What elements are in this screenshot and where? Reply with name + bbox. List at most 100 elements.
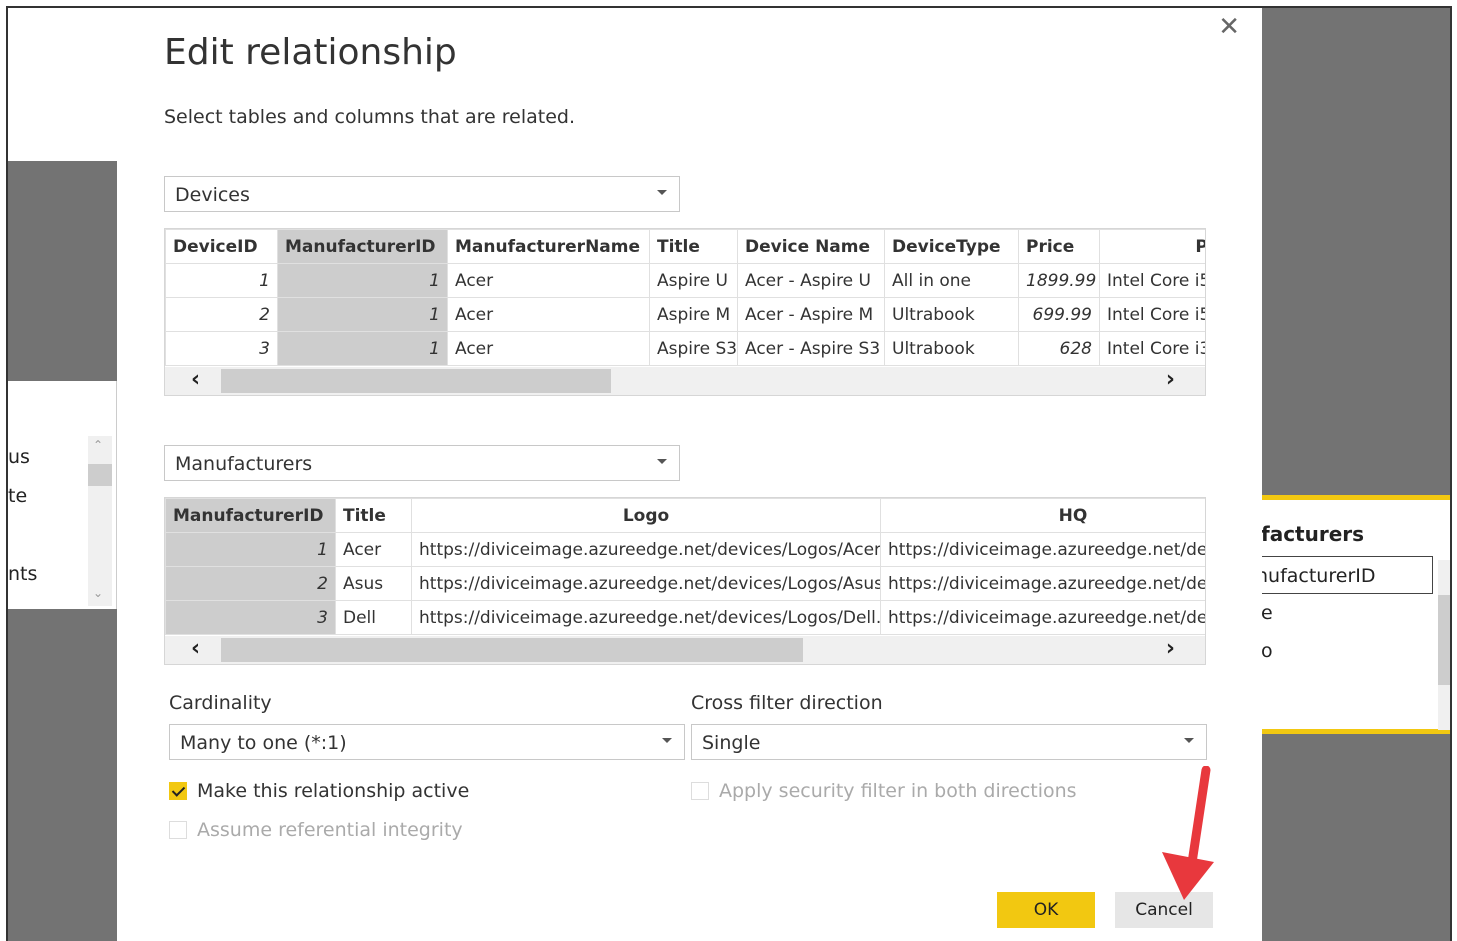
background-fragment: us [8,446,30,468]
scrollbar-thumb[interactable] [1438,595,1450,685]
table-row: 3 1 Acer Aspire S3 Acer - Aspire S3 Ultr… [165,331,1205,366]
table1-select-value: Devices [175,184,250,206]
dialog-subtitle: Select tables and columns that are relat… [164,106,576,128]
table-cell: Acer - Aspire M [737,297,885,332]
column-header-selected[interactable]: ManufacturerID [165,498,336,533]
horizontal-scrollbar[interactable]: ‹ › [165,367,1205,395]
table-cell: Aspire S3 [649,331,738,366]
table-cell: 628 [1018,331,1100,366]
make-active-checkbox[interactable]: Make this relationship active [169,780,469,802]
table-cell: https://diviceimage.azureedge.net/device… [411,600,881,635]
chevron-right-icon[interactable]: › [1166,367,1175,392]
card-field: nufacturerID [1255,556,1433,594]
security-filter-label: Apply security filter in both directions [719,780,1077,802]
make-active-label: Make this relationship active [197,780,470,802]
column-header[interactable]: Device Name [737,229,885,264]
table-cell: Aspire M [649,297,738,332]
referential-integrity-checkbox: Assume referential integrity [169,819,463,841]
table-cell: 3 [165,600,336,635]
chevron-down-icon [662,738,672,743]
cardinality-label: Cardinality [169,692,272,714]
table-cell: Asus [335,566,412,601]
table-cell: Aspire U [649,263,738,298]
background-table-card: facturers nufacturerID e o [1255,495,1450,734]
background-fields-panel: us te nts ⌃ ⌄ [8,381,117,609]
table-cell: 699.99 [1018,297,1100,332]
background-fragment: nts [8,563,38,585]
crossfilter-label: Cross filter direction [691,692,883,714]
column-header[interactable]: Proc [1099,229,1205,264]
table-cell: Acer [447,263,650,298]
scrollbar-thumb[interactable] [221,638,803,662]
table1-select[interactable]: Devices [164,176,680,212]
table-cell: https://diviceimage.azureedge.net/devi [880,532,1205,567]
table-cell: Acer - Aspire S3 [737,331,885,366]
ok-button[interactable]: OK [997,892,1095,928]
column-header[interactable]: Logo [411,498,881,533]
background-fragment: te [8,485,28,507]
table2-preview-grid: ManufacturerID Title Logo HQ 1 Acer http… [164,497,1206,665]
cardinality-select[interactable]: Many to one (*:1) [169,724,685,760]
table-cell: Acer [447,297,650,332]
chevron-left-icon[interactable]: ‹ [191,636,200,661]
crossfilter-select[interactable]: Single [691,724,1207,760]
table2-select-value: Manufacturers [175,453,313,475]
card-fragment: e [1261,602,1273,624]
column-header[interactable]: Title [649,229,738,264]
column-header[interactable]: DeviceID [165,229,278,264]
table-cell: 3 [165,331,278,366]
scrollbar-thumb[interactable] [88,464,112,486]
table-cell: Ultrabook [884,331,1019,366]
close-icon[interactable]: ✕ [1218,12,1240,42]
chevron-right-icon[interactable]: › [1166,636,1175,661]
table-cell: Intel Core i5- [1099,263,1205,298]
table-row: 2 Asus https://diviceimage.azureedge.net… [165,566,1205,601]
table1-preview-grid: DeviceID ManufacturerID ManufacturerName… [164,228,1206,396]
referential-integrity-label: Assume referential integrity [197,819,463,841]
crossfilter-select-value: Single [702,732,761,754]
cardinality-select-value: Many to one (*:1) [180,732,347,754]
security-filter-checkbox: Apply security filter in both directions [691,780,1077,802]
table-cell: 2 [165,566,336,601]
app-frame: us te nts ⌃ ⌄ facturers nufacturerID e o… [6,6,1452,941]
edit-relationship-dialog: ✕ Edit relationship Select tables and co… [117,8,1262,941]
column-header[interactable]: Title [335,498,412,533]
table-cell: 1 [165,532,336,567]
column-header[interactable]: Price [1018,229,1100,264]
chevron-down-icon [657,190,667,195]
column-header-selected[interactable]: ManufacturerID [277,229,448,264]
chevron-down-icon: ⌄ [93,586,104,600]
table-cell: https://diviceimage.azureedge.net/device… [411,566,881,601]
background-scrollbar[interactable]: ⌃ ⌄ [88,436,112,606]
scrollbar-thumb[interactable] [221,369,611,393]
checkbox-icon [169,821,187,839]
table-cell: https://diviceimage.azureedge.net/devi [880,566,1205,601]
table-cell: All in one [884,263,1019,298]
column-header[interactable]: HQ [880,498,1205,533]
column-header[interactable]: ManufacturerName [447,229,650,264]
checkbox-checked-icon[interactable] [169,782,187,800]
table-cell: 2 [165,297,278,332]
chevron-up-icon: ⌃ [93,438,104,452]
card-scrollbar[interactable] [1438,560,1450,730]
annotation-arrow-icon [1162,766,1214,900]
column-header[interactable]: DeviceType [884,229,1019,264]
table-cell: Dell [335,600,412,635]
table-cell: 1 [277,263,448,298]
table-cell: Intel Core i3- [1099,331,1205,366]
table-cell: Acer [335,532,412,567]
table-row: 3 Dell https://diviceimage.azureedge.net… [165,600,1205,635]
horizontal-scrollbar[interactable]: ‹ › [165,636,1205,664]
table-cell: Intel Core i5- [1099,297,1205,332]
table2-select[interactable]: Manufacturers [164,445,680,481]
chevron-left-icon[interactable]: ‹ [191,367,200,392]
table-row: 2 1 Acer Aspire M Acer - Aspire M Ultrab… [165,297,1205,332]
table-cell: https://diviceimage.azureedge.net/device… [411,532,881,567]
table-cell: 1 [165,263,278,298]
table-cell: 1899.99 [1018,263,1100,298]
table-row: 1 1 Acer Aspire U Acer - Aspire U All in… [165,263,1205,298]
table-cell: https://diviceimage.azureedge.net/devi [880,600,1205,635]
dialog-title: Edit relationship [164,32,457,73]
card-fragment: o [1261,640,1273,662]
table-cell: Ultrabook [884,297,1019,332]
